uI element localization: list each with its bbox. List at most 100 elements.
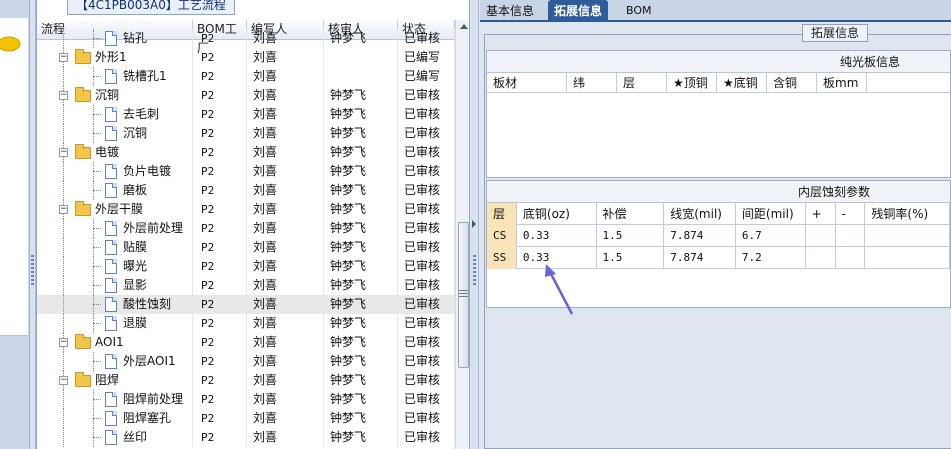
tree-cell-flow: 钻孔 xyxy=(37,29,193,48)
vertical-scrollbar[interactable] xyxy=(455,20,469,449)
tree-cell-flow: 阻焊前处理 xyxy=(37,390,193,409)
tree-cell-status: 已审核 xyxy=(398,143,455,162)
document-icon xyxy=(105,430,117,445)
tree-cell-status: 已编写 xyxy=(398,67,455,86)
inner-etch-cell[interactable] xyxy=(806,247,836,269)
tree-cell-status: 已审核 xyxy=(398,295,455,314)
tree-cell-reviewer: 钟梦飞 xyxy=(324,238,398,257)
folder-icon xyxy=(75,49,91,64)
tree-group-row[interactable]: − 阻焊 P2 刘喜 钟梦飞 已审核 xyxy=(37,371,455,390)
bare-board-col-header[interactable]: 层 xyxy=(617,73,667,93)
inner-etch-cell[interactable]: 6.7 xyxy=(736,225,806,247)
tree-row[interactable]: 显影 P2 刘喜 钟梦飞 已审核 xyxy=(37,276,455,295)
tree-row[interactable]: 外层AOI1 P2 刘喜 钟梦飞 已审核 xyxy=(37,352,455,371)
middle-splitter[interactable] xyxy=(471,0,479,449)
tree-group-row[interactable]: − 沉铜 P2 刘喜 钟梦飞 已审核 xyxy=(37,86,455,105)
tree-row[interactable]: 酸性蚀刻 P2 刘喜 钟梦飞 已审核 xyxy=(37,295,455,314)
tree-cell-writer: 刘喜 xyxy=(247,105,324,124)
bare-board-col-header[interactable]: 板材 xyxy=(487,73,567,93)
tab-extended-info[interactable]: 拓展信息 xyxy=(548,0,609,22)
tree-row[interactable]: 外层前处理 P2 刘喜 钟梦飞 已审核 xyxy=(37,219,455,238)
inner-etch-col-header[interactable]: 残铜率(%) xyxy=(865,203,951,225)
tree-cell-flow: − 外形1 xyxy=(37,48,193,67)
tree-cell-bom: P2 xyxy=(193,105,247,124)
tree-line xyxy=(63,295,64,314)
tree-row[interactable]: 曝光 P2 刘喜 钟梦飞 已审核 xyxy=(37,257,455,276)
collapse-toggle-icon[interactable]: − xyxy=(59,338,68,347)
tree-line xyxy=(93,247,101,248)
inner-etch-col-header[interactable]: - xyxy=(836,203,866,225)
inner-etch-cell[interactable]: 1.5 xyxy=(597,225,665,247)
inner-etch-col-header[interactable]: 线宽(mil) xyxy=(664,203,736,225)
inner-etch-col-header[interactable]: + xyxy=(806,203,836,225)
inner-etch-cell[interactable] xyxy=(806,225,836,247)
inner-etch-col-header[interactable]: 间距(mil) xyxy=(736,203,806,225)
tree-row[interactable]: 钻孔 P2 刘喜 钟梦飞 已审核 xyxy=(37,29,455,48)
bare-board-col-header[interactable]: ★顶铜 xyxy=(667,73,717,93)
tree-cell-bom: P2 xyxy=(193,29,247,48)
tree-row[interactable]: 退膜 P2 刘喜 钟梦飞 已审核 xyxy=(37,314,455,333)
tree-group-row[interactable]: − 外层干膜 P2 刘喜 钟梦飞 已审核 xyxy=(37,200,455,219)
bare-board-col-header[interactable]: ★底铜 xyxy=(717,73,767,93)
collapse-toggle-icon[interactable]: − xyxy=(59,53,68,62)
tree-line xyxy=(63,162,64,181)
tree-cell-reviewer xyxy=(324,67,398,86)
bare-board-col-header[interactable]: 板mm xyxy=(817,73,867,93)
inner-etch-cell[interactable]: SS xyxy=(487,247,517,269)
inner-etch-col-header[interactable]: 层 xyxy=(487,203,517,225)
inner-etch-header: 层底铜(oz) 补偿 线宽(mil) 间距(mil) + - 残铜率(%) xyxy=(487,203,951,225)
tree-row[interactable]: 磨板 P2 刘喜 钟梦飞 已审核 xyxy=(37,181,455,200)
tree-cell-status: 已审核 xyxy=(398,276,455,295)
inner-etch-cell[interactable]: CS xyxy=(487,225,517,247)
inner-etch-cell[interactable]: 1.5 xyxy=(597,247,665,269)
chat-bubble-icon[interactable] xyxy=(0,36,22,54)
tree-row[interactable]: 阻焊塞孔 P2 刘喜 钟梦飞 已审核 xyxy=(37,409,455,428)
tree-row[interactable]: 去毛刺 P2 刘喜 钟梦飞 已审核 xyxy=(37,105,455,124)
collapse-toggle-icon[interactable]: − xyxy=(59,148,68,157)
tab-bom[interactable]: BOM xyxy=(620,0,658,22)
bare-board-panel: 纯光板信息 板材纬层 ★顶铜 ★底铜 含铜 板mm xyxy=(486,50,951,178)
tree-cell-writer: 刘喜 xyxy=(247,238,324,257)
tree-cell-writer: 刘喜 xyxy=(247,428,324,447)
tree-group-row[interactable]: − AOI1 P2 刘喜 钟梦飞 已审核 xyxy=(37,333,455,352)
tree-row[interactable]: 负片电镀 P2 刘喜 钟梦飞 已审核 xyxy=(37,162,455,181)
inner-etch-cell[interactable]: 7.2 xyxy=(736,247,806,269)
tree-line xyxy=(93,133,101,134)
tree-row[interactable]: 贴膜 P2 刘喜 钟梦飞 已审核 xyxy=(37,238,455,257)
collapse-toggle-icon[interactable]: − xyxy=(59,376,68,385)
bare-board-col-header[interactable]: 含铜 xyxy=(767,73,817,93)
inner-etch-cell[interactable]: 7.874 xyxy=(664,225,736,247)
collapse-toggle-icon[interactable]: − xyxy=(59,205,68,214)
tree-row[interactable]: 沉铜 P2 刘喜 钟梦飞 已审核 xyxy=(37,124,455,143)
tree-group-row[interactable]: − 外形1 P2 刘喜 已编写 xyxy=(37,48,455,67)
tree-item-label: 阻焊前处理 xyxy=(123,392,184,406)
tree-cell-flow: 外层AOI1 xyxy=(37,352,193,371)
inner-etch-row[interactable]: CS 0.33 1.5 7.874 6.7 xyxy=(487,225,951,247)
inner-etch-col-header[interactable]: 补偿 xyxy=(597,203,665,225)
tree-cell-reviewer: 钟梦飞 xyxy=(324,143,398,162)
tree-cell-flow: 去毛刺 xyxy=(37,105,193,124)
tree-cell-bom: P2 xyxy=(193,390,247,409)
folder-icon xyxy=(75,87,91,102)
tree-cell-flow: − 外层干膜 xyxy=(37,200,193,219)
document-icon xyxy=(105,31,117,46)
collapse-arrow-icon[interactable] xyxy=(472,220,476,228)
inner-etch-cell[interactable]: 7.874 xyxy=(664,247,736,269)
tree-row[interactable]: 丝印 P2 刘喜 钟梦飞 已审核 xyxy=(37,428,455,447)
inner-etch-cell[interactable] xyxy=(836,247,866,269)
tree-cell-reviewer: 钟梦飞 xyxy=(324,371,398,390)
tree-row[interactable]: 阻焊前处理 P2 刘喜 钟梦飞 已审核 xyxy=(37,390,455,409)
inner-etch-cell[interactable] xyxy=(836,225,866,247)
scroll-up-icon[interactable] xyxy=(460,24,468,29)
tree-cell-bom: P2 xyxy=(193,333,247,352)
inner-etch-cell[interactable] xyxy=(865,225,951,247)
inner-etch-col-header[interactable]: 底铜(oz) xyxy=(517,203,597,225)
tree-cell-flow: 阻焊塞孔 xyxy=(37,409,193,428)
inner-etch-cell[interactable] xyxy=(865,247,951,269)
tree-group-row[interactable]: − 电镀 P2 刘喜 钟梦飞 已审核 xyxy=(37,143,455,162)
inner-etch-cell[interactable]: 0.33 xyxy=(517,225,597,247)
tree-row[interactable]: 铣槽孔1 P2 刘喜 已编写 xyxy=(37,67,455,86)
collapse-toggle-icon[interactable]: − xyxy=(59,91,68,100)
tab-basic-info[interactable]: 基本信息 xyxy=(480,0,540,22)
bare-board-col-header[interactable]: 纬 xyxy=(567,73,617,93)
